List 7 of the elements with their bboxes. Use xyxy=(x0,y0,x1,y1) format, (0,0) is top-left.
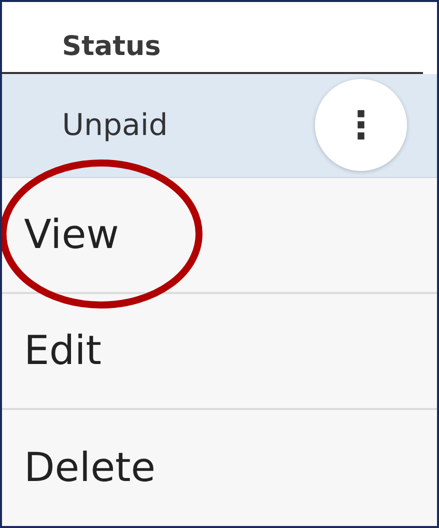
status-text: Unpaid xyxy=(62,108,168,143)
menu-item[interactable]: Delete xyxy=(24,445,156,491)
more-button[interactable]: ⋮ xyxy=(315,79,407,172)
menu-item[interactable]: Edit xyxy=(24,328,102,374)
column-header: Status xyxy=(62,30,161,62)
menu-item[interactable]: View xyxy=(24,212,119,258)
table-row[interactable]: Unpaid ⋮ xyxy=(2,74,437,178)
